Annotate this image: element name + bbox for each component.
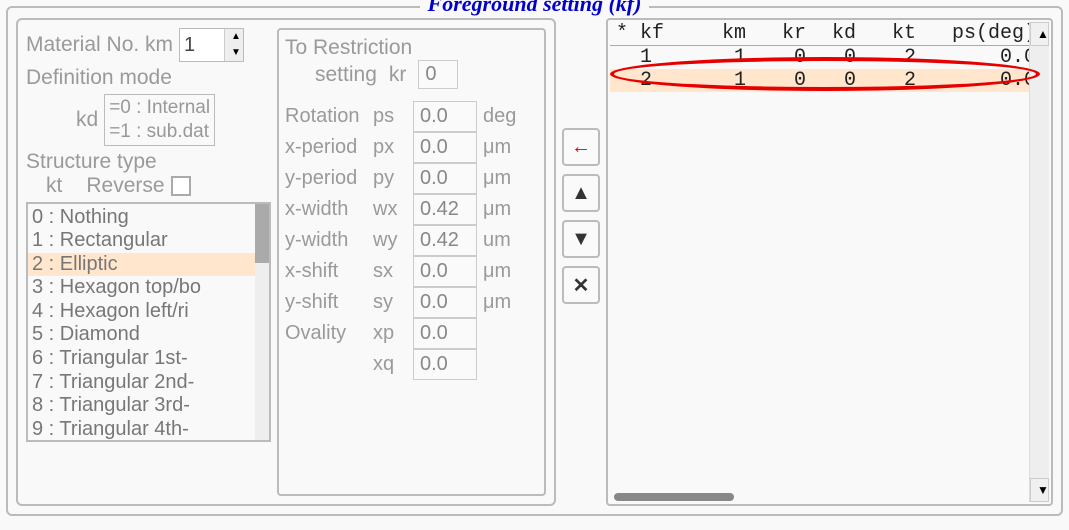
- list-item[interactable]: 1 : Rectangular: [28, 229, 255, 253]
- param-code: xp: [373, 322, 407, 345]
- list-item[interactable]: 9 : Triangular 4th-: [28, 418, 255, 440]
- param-input[interactable]: [413, 318, 477, 349]
- structure-type-block: Structure type kt Reverse: [26, 150, 271, 198]
- param-row: Rotation ps deg: [285, 101, 538, 132]
- param-input[interactable]: [413, 101, 477, 132]
- param-label: Rotation: [285, 105, 367, 128]
- material-spin-down[interactable]: ▼: [225, 45, 243, 61]
- left-panel: Material No. km ▲ ▼ Definition mode kd =…: [16, 18, 556, 506]
- param-row: y-width wy um: [285, 225, 538, 256]
- list-item[interactable]: 7 : Triangular 2nd-: [28, 371, 255, 395]
- material-spin-up[interactable]: ▲: [225, 29, 243, 45]
- restriction-block: To Restriction setting kr: [285, 36, 538, 95]
- material-spinner[interactable]: ▲ ▼: [179, 28, 244, 62]
- list-item[interactable]: 6 : Triangular 1st-: [28, 347, 255, 371]
- material-value[interactable]: [180, 29, 224, 61]
- param-row: y-shift sy μm: [285, 287, 538, 318]
- list-item[interactable]: 0 : Nothing: [28, 206, 255, 230]
- param-input[interactable]: [413, 194, 477, 225]
- listbox-scrollbar[interactable]: [255, 204, 269, 440]
- param-row: xq: [285, 349, 538, 380]
- structure-type-listbox[interactable]: 0 : Nothing1 : Rectangular2 : Elliptic3 …: [26, 202, 271, 442]
- param-label: y-width: [285, 229, 367, 252]
- foreground-setting-panel: Foreground setting (kf) Material No. km …: [6, 6, 1063, 516]
- reverse-label: Reverse: [86, 174, 164, 198]
- reverse-checkbox[interactable]: [171, 176, 191, 196]
- delete-button[interactable]: ✕: [562, 266, 600, 304]
- param-unit: μm: [483, 260, 523, 283]
- param-label: y-shift: [285, 291, 367, 314]
- panel-legend: Foreground setting (kf): [420, 0, 650, 17]
- table-row[interactable]: 110020.0: [610, 46, 1029, 69]
- param-input[interactable]: [413, 287, 477, 318]
- param-code: wy: [373, 229, 407, 252]
- param-label: Ovality: [285, 322, 367, 345]
- table-header: * kf km kr kd kt ps(deg): [610, 22, 1029, 46]
- table-row[interactable]: 210020.0: [610, 69, 1029, 92]
- param-code: sx: [373, 260, 407, 283]
- material-row: Material No. km ▲ ▼: [26, 28, 271, 62]
- param-input[interactable]: [413, 349, 477, 380]
- table-hscroll-thumb[interactable]: [614, 493, 734, 501]
- kr-label: kr: [389, 63, 407, 87]
- scroll-down-icon[interactable]: ▼: [1030, 478, 1049, 502]
- param-input[interactable]: [413, 132, 477, 163]
- param-code: sy: [373, 291, 407, 314]
- param-code: py: [373, 167, 407, 190]
- kt-label: kt: [46, 174, 62, 198]
- param-row: x-width wx μm: [285, 194, 538, 225]
- list-item[interactable]: 2 : Elliptic: [28, 253, 255, 277]
- params-column: To Restriction setting kr Rotation ps deg x…: [277, 28, 546, 496]
- kr-input[interactable]: [418, 60, 458, 89]
- material-label: Material No. km: [26, 33, 173, 57]
- param-unit: μm: [483, 136, 523, 159]
- param-input[interactable]: [413, 163, 477, 194]
- param-code: wx: [373, 198, 407, 221]
- param-code: ps: [373, 105, 407, 128]
- param-unit: μm: [483, 291, 523, 314]
- kd-options[interactable]: =0 : Internal =1 : sub.dat: [104, 94, 215, 146]
- param-label: y-period: [285, 167, 367, 190]
- middle-buttons: ← ▲ ▼ ✕: [556, 18, 606, 506]
- kd-row: kd =0 : Internal =1 : sub.dat: [26, 94, 271, 146]
- param-unit: um: [483, 229, 523, 252]
- list-item[interactable]: 5 : Diamond: [28, 323, 255, 347]
- move-left-button[interactable]: ←: [562, 128, 600, 166]
- right-table-panel: * kf km kr kd kt ps(deg) 110020.0 210020…: [606, 18, 1053, 506]
- scroll-up-icon[interactable]: ▲: [1030, 22, 1049, 46]
- move-down-button[interactable]: ▼: [562, 220, 600, 258]
- param-input[interactable]: [413, 225, 477, 256]
- param-row: Ovality xp: [285, 318, 538, 349]
- move-up-button[interactable]: ▲: [562, 174, 600, 212]
- param-code: xq: [373, 353, 407, 376]
- param-row: y-period py μm: [285, 163, 538, 194]
- list-item[interactable]: 3 : Hexagon top/bo: [28, 276, 255, 300]
- kd-label: kd: [26, 108, 98, 132]
- param-code: px: [373, 136, 407, 159]
- list-item[interactable]: 8 : Triangular 3rd-: [28, 394, 255, 418]
- param-unit: μm: [483, 167, 523, 190]
- param-label: x-shift: [285, 260, 367, 283]
- param-unit: deg: [483, 105, 523, 128]
- definition-mode-label: Definition mode: [26, 66, 271, 90]
- param-row: x-shift sx μm: [285, 256, 538, 287]
- param-unit: μm: [483, 198, 523, 221]
- table-vscrollbar[interactable]: ▲ ▼: [1029, 22, 1049, 502]
- param-label: x-width: [285, 198, 367, 221]
- structure-type-label: Structure type: [26, 150, 271, 174]
- list-item[interactable]: 4 : Hexagon left/ri: [28, 300, 255, 324]
- param-input[interactable]: [413, 256, 477, 287]
- param-row: x-period px μm: [285, 132, 538, 163]
- param-label: x-period: [285, 136, 367, 159]
